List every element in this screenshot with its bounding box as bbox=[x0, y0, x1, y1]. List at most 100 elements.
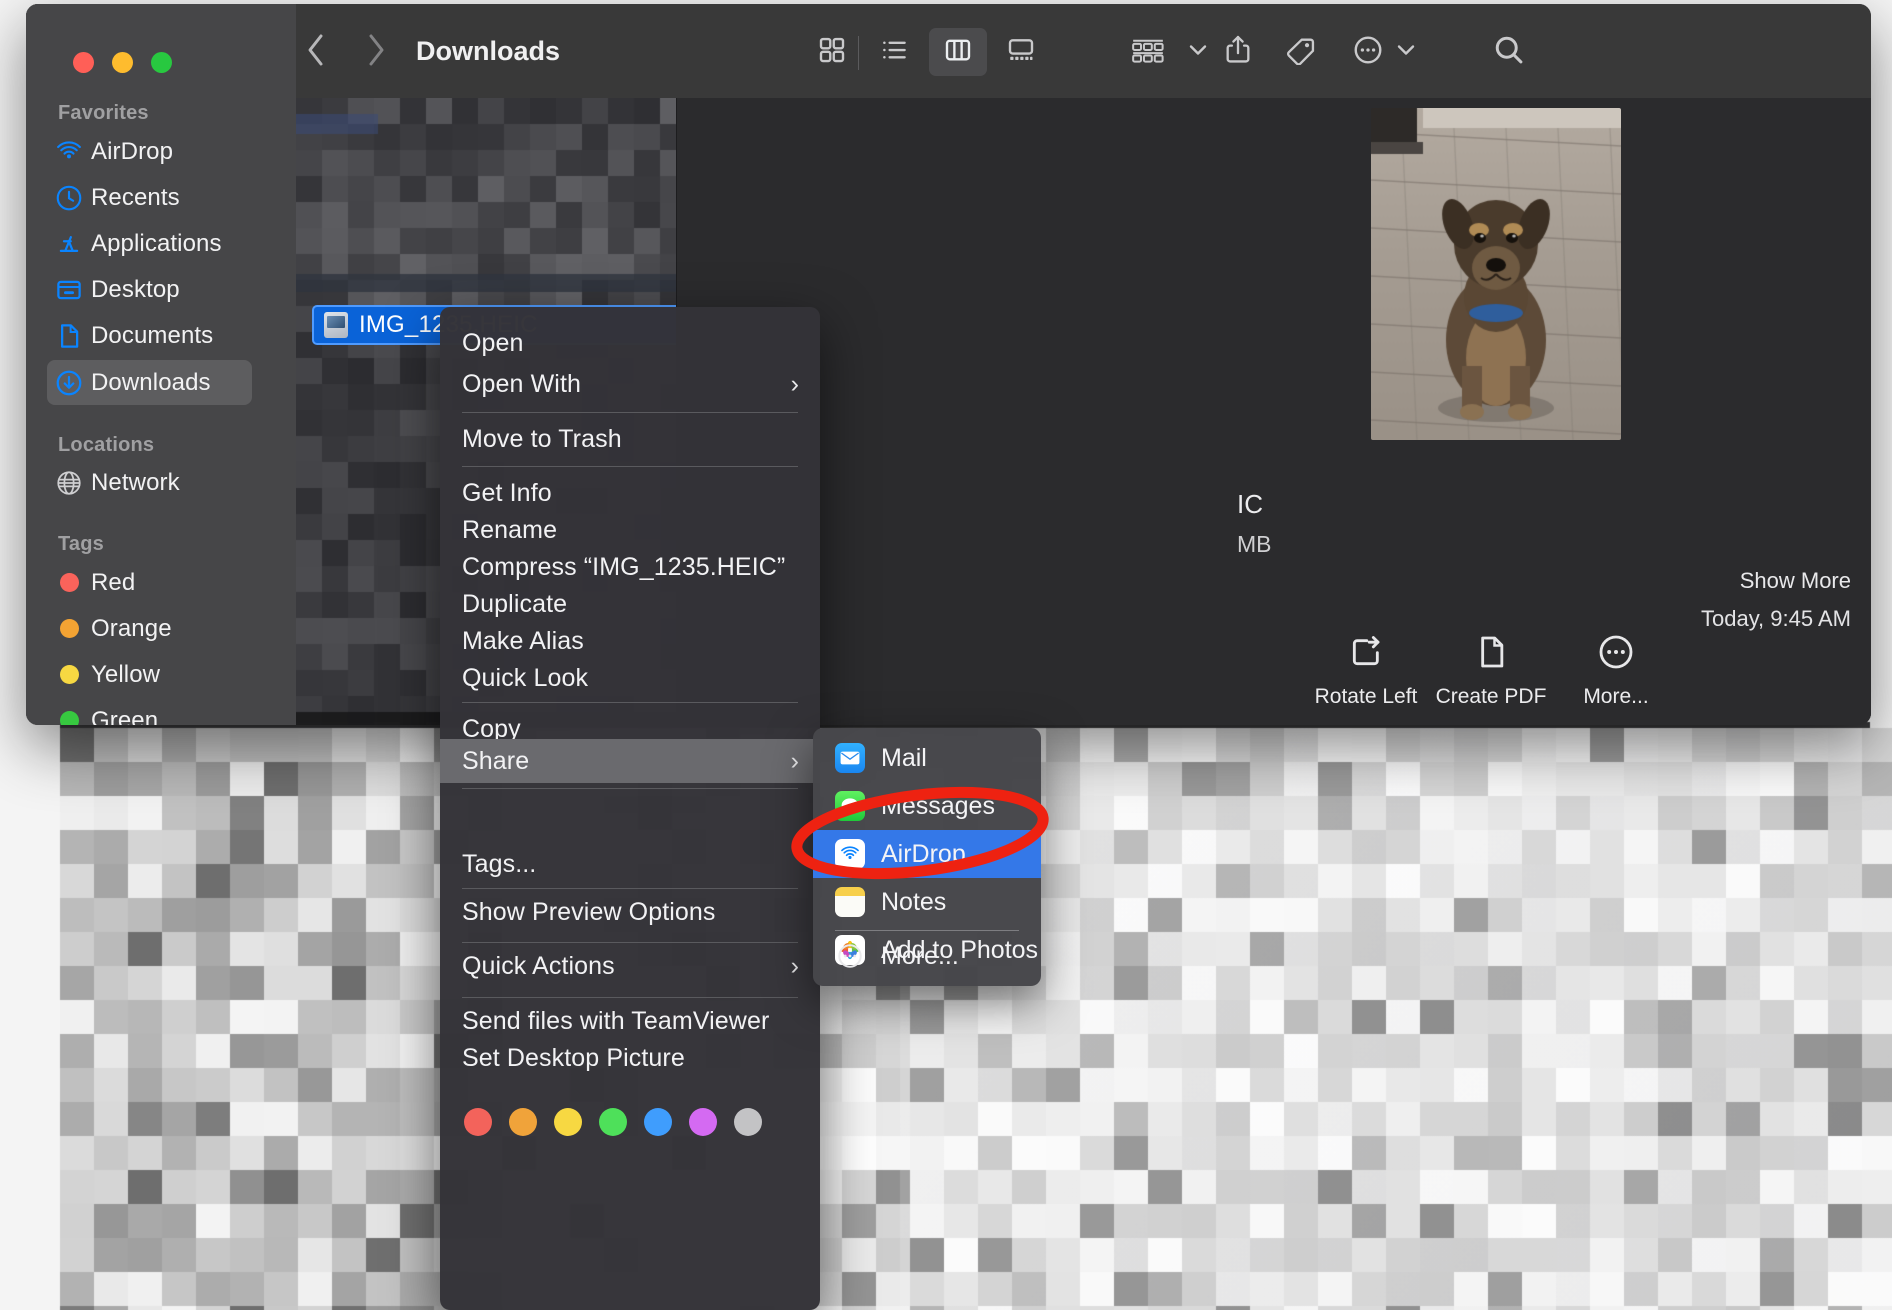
clock-icon bbox=[47, 183, 91, 213]
sidebar-item-documents[interactable]: Documents bbox=[47, 313, 252, 358]
menu-item-label: Open With bbox=[462, 369, 582, 398]
menu-item-show-preview-options[interactable]: Show Preview Options bbox=[440, 890, 820, 934]
forward-button[interactable] bbox=[351, 28, 401, 76]
sidebar-item-recents[interactable]: Recents bbox=[47, 175, 252, 220]
heic-file-icon bbox=[324, 312, 348, 338]
menu-item-quick-actions[interactable]: Quick Actions › bbox=[440, 944, 820, 988]
chevron-right-icon bbox=[363, 31, 389, 74]
view-column-button[interactable] bbox=[929, 28, 987, 76]
menu-item-open-with[interactable]: Open With › bbox=[440, 362, 820, 406]
tag-button[interactable] bbox=[1274, 28, 1328, 76]
menu-item-tags[interactable]: Tags... bbox=[440, 842, 820, 886]
tag-swatch-orange[interactable] bbox=[509, 1108, 537, 1136]
sidebar: Favorites AirDrop Recents Applications D… bbox=[26, 4, 296, 725]
share-item-more[interactable]: More... bbox=[813, 932, 1041, 980]
tag-swatch-blue[interactable] bbox=[644, 1108, 672, 1136]
sidebar-item-airdrop[interactable]: AirDrop bbox=[47, 129, 252, 174]
search-button[interactable] bbox=[1481, 28, 1537, 76]
chevron-down-icon bbox=[1186, 40, 1210, 65]
view-gallery-button[interactable] bbox=[992, 28, 1050, 76]
action-label: More... bbox=[1583, 685, 1649, 708]
share-item-notes[interactable]: Notes bbox=[813, 878, 1041, 926]
back-button[interactable] bbox=[291, 28, 341, 76]
sidebar-item-tag-green[interactable]: Green bbox=[47, 698, 252, 725]
rotate-left-icon bbox=[1346, 636, 1386, 676]
tag-dot-icon bbox=[47, 711, 91, 725]
close-window-button[interactable] bbox=[73, 52, 94, 73]
tag-dot-icon bbox=[47, 619, 91, 638]
downloads-icon bbox=[47, 368, 91, 398]
context-menu[interactable]: Open Open With › Move to Trash Get Info … bbox=[440, 307, 820, 1310]
share-item-airdrop[interactable]: AirDrop bbox=[813, 830, 1041, 878]
sidebar-item-label: Applications bbox=[91, 229, 222, 257]
sidebar-item-desktop[interactable]: Desktop bbox=[47, 267, 252, 312]
menu-item-set-desktop-picture[interactable]: Set Desktop Picture bbox=[440, 1036, 820, 1080]
tag-dot-icon bbox=[47, 573, 91, 592]
tag-swatch-red[interactable] bbox=[464, 1108, 492, 1136]
sidebar-item-tag-red[interactable]: Red bbox=[47, 560, 252, 605]
gallery-view-icon bbox=[1006, 35, 1036, 70]
share-submenu[interactable]: Mail Messages AirDrop Notes Add to Photo… bbox=[813, 728, 1041, 986]
create-pdf-icon bbox=[1471, 636, 1511, 676]
menu-divider bbox=[462, 702, 798, 703]
menu-divider bbox=[462, 942, 798, 943]
menu-item-move-to-trash[interactable]: Move to Trash bbox=[440, 417, 820, 461]
maximize-window-button[interactable] bbox=[151, 52, 172, 73]
view-icon-button[interactable] bbox=[803, 28, 861, 76]
menu-divider bbox=[462, 466, 798, 467]
sidebar-section-locations: Locations bbox=[58, 434, 155, 456]
menu-item-label: Send files with TeamViewer bbox=[462, 1006, 770, 1035]
menu-item-open[interactable]: Open bbox=[440, 321, 820, 365]
menu-item-label: Show Preview Options bbox=[462, 897, 716, 926]
share-item-label: Messages bbox=[881, 791, 995, 820]
sidebar-section-tags: Tags bbox=[58, 533, 104, 555]
sidebar-item-label: Downloads bbox=[91, 368, 211, 396]
sidebar-item-tag-orange[interactable]: Orange bbox=[47, 606, 252, 651]
share-item-label: More... bbox=[881, 941, 959, 970]
sidebar-item-label: Desktop bbox=[91, 275, 180, 303]
chevron-right-icon: › bbox=[790, 369, 799, 398]
column-view-icon bbox=[943, 35, 973, 70]
sidebar-item-network[interactable]: Network bbox=[47, 460, 252, 505]
globe-icon bbox=[47, 468, 91, 498]
more-actions-chevron[interactable] bbox=[1388, 28, 1424, 76]
icon-view-icon bbox=[817, 35, 847, 70]
share-icon bbox=[1223, 33, 1253, 72]
share-button[interactable] bbox=[1211, 28, 1265, 76]
tag-swatch-gray[interactable] bbox=[734, 1108, 762, 1136]
tag-swatch-purple[interactable] bbox=[689, 1108, 717, 1136]
show-more-link[interactable]: Show More bbox=[1740, 568, 1851, 594]
page-title: Downloads bbox=[416, 36, 561, 66]
share-item-mail[interactable]: Mail bbox=[813, 734, 1041, 782]
sidebar-item-applications[interactable]: Applications bbox=[47, 221, 252, 266]
menu-item-share[interactable]: Share › bbox=[440, 739, 820, 783]
sidebar-item-label: Green bbox=[91, 706, 159, 726]
tag-swatch-yellow[interactable] bbox=[554, 1108, 582, 1136]
share-item-label: Notes bbox=[881, 887, 947, 916]
menu-item-quick-look[interactable]: Quick Look bbox=[440, 656, 820, 700]
sidebar-item-label: Documents bbox=[91, 321, 214, 349]
chevron-down-icon bbox=[1394, 40, 1418, 65]
sidebar-section-favorites: Favorites bbox=[58, 102, 149, 124]
menu-item-label: Duplicate bbox=[462, 589, 568, 618]
share-item-label: AirDrop bbox=[881, 839, 966, 868]
share-item-messages[interactable]: Messages bbox=[813, 782, 1041, 830]
tag-swatch-green[interactable] bbox=[599, 1108, 627, 1136]
menu-item-label: Share bbox=[462, 746, 530, 775]
share-item-label: Mail bbox=[881, 743, 927, 772]
group-items-button[interactable] bbox=[1116, 28, 1180, 76]
tag-color-swatches[interactable] bbox=[440, 1100, 820, 1144]
ellipsis-circle-icon bbox=[1352, 34, 1384, 71]
more-actions-button[interactable] bbox=[1341, 28, 1395, 76]
desktop-icon bbox=[47, 275, 91, 305]
more-action[interactable]: More... bbox=[1526, 632, 1706, 709]
menu-item-label: Move to Trash bbox=[462, 424, 622, 453]
tag-dot-icon bbox=[47, 665, 91, 684]
finder-window: Favorites AirDrop Recents Applications D… bbox=[26, 4, 1871, 725]
sidebar-item-downloads[interactable]: Downloads bbox=[47, 360, 252, 405]
list-view-icon bbox=[879, 35, 909, 70]
menu-item-label: Quick Actions bbox=[462, 951, 615, 980]
view-list-button[interactable] bbox=[865, 28, 923, 76]
minimize-window-button[interactable] bbox=[112, 52, 133, 73]
sidebar-item-tag-yellow[interactable]: Yellow bbox=[47, 652, 252, 697]
